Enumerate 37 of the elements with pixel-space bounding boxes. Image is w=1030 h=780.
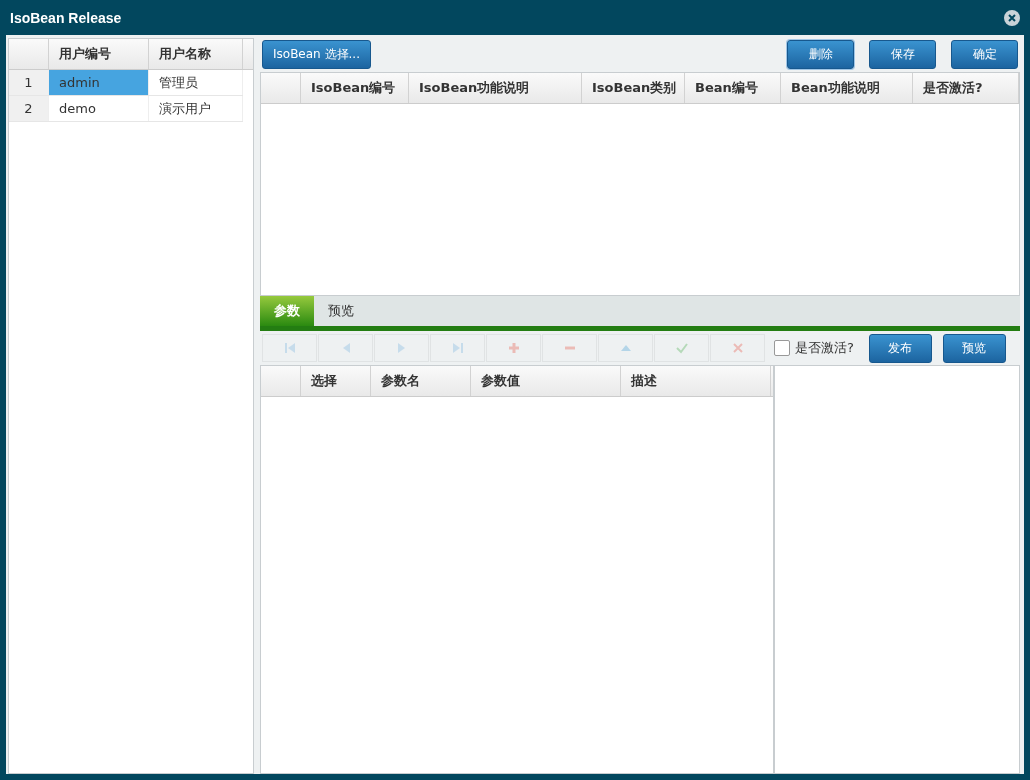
table-cell: demo <box>49 96 149 121</box>
table-row[interactable]: 1 admin 管理员 <box>9 70 243 96</box>
row-number: 1 <box>9 70 49 95</box>
column-header: Bean功能说明 <box>781 73 913 103</box>
close-button[interactable] <box>1004 9 1020 26</box>
column-header: IsoBean编号 <box>301 73 409 103</box>
action-button[interactable]: 保存 <box>869 39 936 69</box>
column-header: IsoBean类别 <box>582 73 685 103</box>
tab[interactable]: 参数 <box>260 296 314 326</box>
first-icon <box>283 342 296 354</box>
column-header: 选择 <box>301 366 371 396</box>
confirm-icon <box>675 342 688 354</box>
column-header: 用户名称 <box>149 39 243 69</box>
table-cell: 管理员 <box>149 70 243 95</box>
table-row[interactable]: 2 demo 演示用户 <box>9 96 243 122</box>
table-cell: 演示用户 <box>149 96 243 121</box>
cancel-icon <box>731 342 744 354</box>
column-header: 用户编号 <box>49 39 149 69</box>
column-header: 参数值 <box>471 366 621 396</box>
column-header: 描述 <box>621 366 771 396</box>
action-button[interactable]: 发布 <box>868 333 932 363</box>
row-number: 2 <box>9 96 49 121</box>
window-title: IsoBean Release <box>10 9 122 26</box>
last-icon <box>451 342 464 354</box>
column-header: 是否激活? <box>913 73 1019 103</box>
action-button[interactable]: 预览 <box>942 333 1006 363</box>
add-icon <box>507 342 520 354</box>
select-button[interactable]: IsoBean 选择... <box>262 39 371 69</box>
column-header: 参数名 <box>371 366 471 396</box>
column-header: IsoBean功能说明 <box>409 73 582 103</box>
table-cell: admin <box>49 70 149 95</box>
active-checkbox[interactable]: 是否激活? <box>774 339 854 357</box>
action-button[interactable]: 确定 <box>951 39 1018 69</box>
close-icon <box>1004 9 1020 26</box>
action-button[interactable]: 删除 <box>787 39 854 69</box>
column-header: Bean编号 <box>685 73 781 103</box>
tab[interactable]: 预览 <box>314 296 368 326</box>
